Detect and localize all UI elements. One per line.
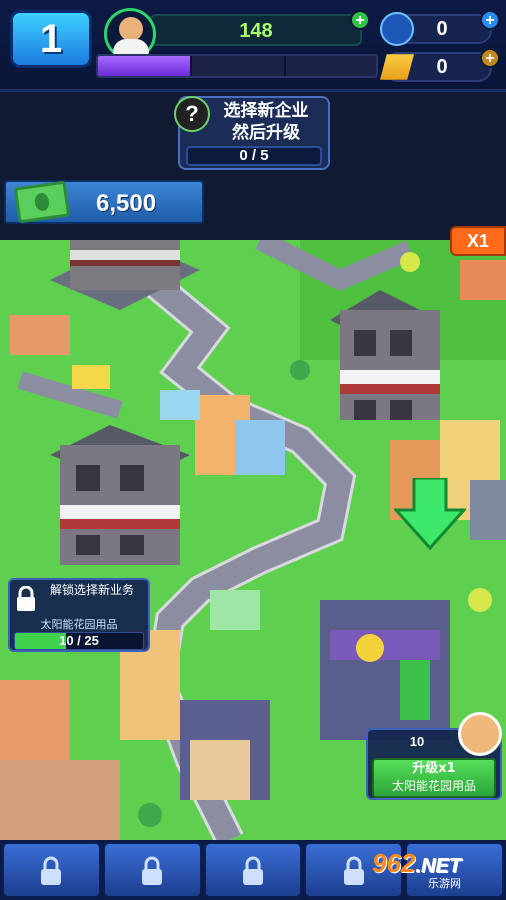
cash-icon	[13, 180, 71, 224]
money-value: 6,500	[96, 190, 157, 217]
top-hud: 1 148 + 0 + 0 +	[0, 0, 506, 92]
gold-bar-icon	[380, 54, 414, 80]
gold-counter: 0	[380, 52, 492, 82]
down-arrow-icon	[394, 478, 466, 550]
gem-icon	[380, 12, 414, 46]
locked-slot-3[interactable]	[203, 842, 303, 898]
bottom-toolbar	[0, 840, 506, 900]
level-badge[interactable]: 1	[10, 10, 92, 68]
money-counter: 6,500	[4, 180, 204, 224]
mission-text: 选择新企业 然后升级	[223, 101, 309, 143]
gold-value: 0	[436, 56, 448, 78]
speed-multiplier-button[interactable]: X1	[450, 226, 506, 256]
upgrade-business-name: 太阳能花园用品	[391, 779, 476, 793]
mission-progress: 0 / 5	[186, 146, 322, 166]
gem-counter: 0	[380, 12, 492, 46]
upgrade-label: 升级x1	[412, 761, 456, 776]
lock-icon	[17, 586, 35, 611]
add-gold-icon[interactable]: +	[480, 48, 500, 68]
gem-value: 0	[436, 18, 448, 40]
locked-slot-4[interactable]	[304, 842, 404, 898]
locked-slot-2[interactable]	[102, 842, 202, 898]
upgrade-count: 10	[409, 734, 425, 749]
locked-business-panel[interactable]: 解锁选择新业务 太阳能花园用品 10 / 25	[8, 578, 150, 652]
xp-progress-fill	[98, 56, 190, 76]
locked-slot-5[interactable]	[405, 842, 504, 898]
locked-business-progress-text: 10 / 25	[59, 633, 99, 648]
population-value: 148	[239, 20, 273, 42]
mission-panel[interactable]: ? 选择新企业 然后升级 0 / 5	[174, 96, 330, 170]
manager-avatar[interactable]	[458, 712, 502, 756]
lock-icon	[343, 856, 364, 885]
locked-business-progress-bar: 10 / 25	[14, 632, 144, 650]
population-bar: 148	[150, 14, 362, 46]
add-gem-icon[interactable]: +	[480, 10, 500, 30]
population-icon	[104, 8, 156, 60]
xp-progress-bar	[96, 54, 378, 78]
locked-business-name: 太阳能花园用品	[40, 618, 118, 631]
lock-icon	[41, 856, 62, 885]
level-number: 1	[39, 17, 63, 61]
upgrade-button[interactable]: 升级x1 太阳能花园用品	[372, 758, 496, 798]
add-population-icon[interactable]: +	[350, 10, 370, 30]
locked-slot-1[interactable]	[2, 842, 101, 898]
lock-icon	[242, 856, 263, 885]
locked-business-title: 解锁选择新业务	[49, 583, 134, 597]
lock-icon	[142, 856, 163, 885]
mission-icon: ?	[174, 96, 210, 132]
